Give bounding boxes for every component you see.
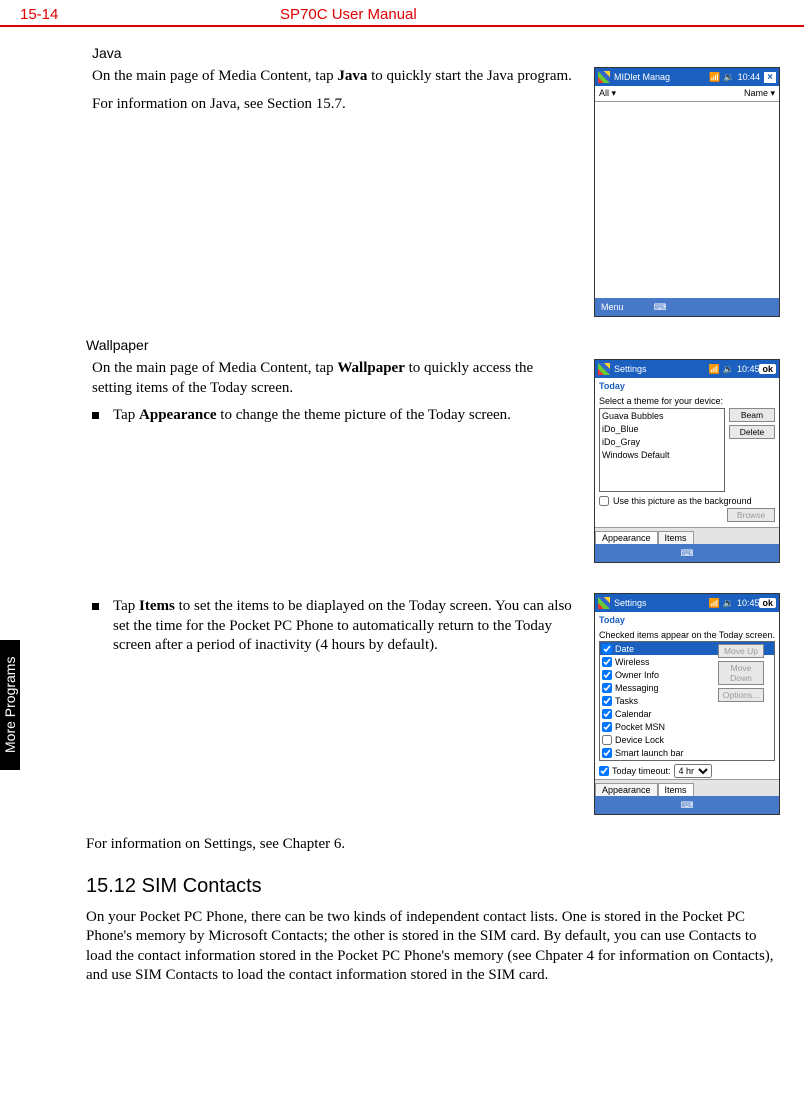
java-screenshot: MIDlet Manag 📶 🔉 10:44 × All ▾ Name ▾ Me… bbox=[594, 67, 780, 317]
list-item[interactable]: iDo_Blue bbox=[602, 423, 722, 436]
close-icon[interactable]: × bbox=[764, 72, 776, 83]
titlebar: Settings 📶 🔉 10:45 ok bbox=[595, 594, 779, 612]
ok-button[interactable]: ok bbox=[759, 364, 776, 374]
signal-icon: 📶 bbox=[709, 598, 720, 609]
list-item[interactable]: Device Lock bbox=[600, 733, 774, 746]
tab-appearance[interactable]: Appearance bbox=[595, 783, 658, 796]
keyboard-icon[interactable] bbox=[681, 800, 694, 811]
softkey-bar bbox=[595, 796, 779, 814]
windows-flag-icon bbox=[598, 71, 610, 83]
wallpaper-screenshot: Settings 📶 🔉 10:45 ok Today Select a the… bbox=[594, 359, 780, 563]
browse-button: Browse bbox=[727, 508, 775, 522]
item-checkbox[interactable] bbox=[602, 735, 612, 745]
item-checkbox[interactable] bbox=[602, 748, 612, 758]
app-title: Settings bbox=[614, 598, 647, 608]
titlebar: MIDlet Manag 📶 🔉 10:44 × bbox=[595, 68, 779, 86]
keyboard-icon[interactable] bbox=[654, 302, 667, 313]
options-button: Options... bbox=[718, 688, 764, 702]
today-timeout-label: Today timeout: bbox=[612, 766, 671, 776]
windows-flag-icon bbox=[598, 363, 610, 375]
today-items-checklist[interactable]: Move Up Move Down Options... Date Wirele… bbox=[599, 641, 775, 761]
tab-items[interactable]: Items bbox=[658, 531, 694, 544]
item-checkbox[interactable] bbox=[602, 670, 612, 680]
titlebar: Settings 📶 🔉 10:45 ok bbox=[595, 360, 779, 378]
filter-bar: All ▾ Name ▾ bbox=[595, 86, 779, 102]
clock: 10:44 bbox=[738, 72, 761, 82]
speaker-icon: 🔉 bbox=[723, 72, 734, 83]
signal-icon: 📶 bbox=[709, 72, 720, 83]
use-picture-label: Use this picture as the background bbox=[613, 496, 752, 506]
speaker-icon: 🔉 bbox=[723, 598, 734, 609]
today-timeout-checkbox[interactable] bbox=[599, 766, 609, 776]
speaker-icon: 🔉 bbox=[723, 364, 734, 375]
delete-button[interactable]: Delete bbox=[729, 425, 775, 439]
items-caption: Checked items appear on the Today screen… bbox=[595, 628, 779, 640]
windows-flag-icon bbox=[598, 597, 610, 609]
page-header: 15-14 SP70C User Manual bbox=[0, 0, 804, 27]
use-picture-checkbox[interactable] bbox=[599, 496, 609, 506]
java-paragraph-2: For information on Java, see Section 15.… bbox=[92, 95, 572, 115]
tab-bar: Appearance Items bbox=[595, 527, 779, 544]
doc-title: SP70C User Manual bbox=[200, 6, 784, 23]
ok-button[interactable]: ok bbox=[759, 598, 776, 608]
page-number: 15-14 bbox=[20, 6, 200, 23]
today-timeout-select[interactable]: 4 hr bbox=[674, 764, 712, 778]
clock: 10:45 bbox=[737, 598, 760, 608]
app-title: MIDlet Manag bbox=[614, 72, 670, 82]
today-title: Today bbox=[595, 612, 779, 628]
item-checkbox[interactable] bbox=[602, 657, 612, 667]
theme-listbox[interactable]: Guava Bubbles iDo_Blue iDo_Gray Windows … bbox=[599, 408, 725, 492]
wallpaper-bullet-appearance: Tap Appearance to change the theme pictu… bbox=[92, 406, 572, 426]
list-item[interactable]: Windows Default bbox=[602, 449, 722, 462]
move-down-button: Move Down bbox=[718, 661, 764, 685]
move-up-button: Move Up bbox=[718, 644, 764, 658]
wallpaper-paragraph-1: On the main page of Media Content, tap W… bbox=[92, 359, 572, 398]
today-title: Today bbox=[595, 378, 779, 394]
softkey-bar bbox=[595, 544, 779, 562]
java-paragraph-1: On the main page of Media Content, tap J… bbox=[92, 67, 572, 87]
tab-items[interactable]: Items bbox=[658, 783, 694, 796]
filter-all[interactable]: All ▾ bbox=[599, 88, 616, 99]
sim-contacts-heading: 15.12 SIM Contacts bbox=[86, 875, 804, 898]
menu-softkey[interactable]: Menu bbox=[601, 302, 624, 312]
theme-caption: Select a theme for your device: bbox=[595, 394, 779, 406]
bullet-icon bbox=[92, 603, 99, 610]
list-item[interactable]: Smart launch bar bbox=[600, 746, 774, 759]
item-checkbox[interactable] bbox=[602, 683, 612, 693]
wallpaper-heading: Wallpaper bbox=[86, 337, 804, 353]
keyboard-icon[interactable] bbox=[681, 548, 694, 559]
app-title: Settings bbox=[614, 364, 647, 374]
item-checkbox[interactable] bbox=[602, 709, 612, 719]
tab-bar: Appearance Items bbox=[595, 779, 779, 796]
signal-icon: 📶 bbox=[709, 364, 720, 375]
list-item[interactable]: Calendar bbox=[600, 707, 774, 720]
item-checkbox[interactable] bbox=[602, 722, 612, 732]
list-item[interactable]: Pocket MSN bbox=[600, 720, 774, 733]
softkey-bar: Menu bbox=[595, 298, 779, 316]
list-item[interactable]: Guava Bubbles bbox=[602, 410, 722, 423]
tab-appearance[interactable]: Appearance bbox=[595, 531, 658, 544]
clock: 10:45 bbox=[737, 364, 760, 374]
settings-reference: For information on Settings, see Chapter… bbox=[86, 835, 776, 855]
java-heading: Java bbox=[92, 45, 804, 61]
sort-name[interactable]: Name ▾ bbox=[744, 88, 775, 99]
sim-contacts-paragraph: On your Pocket PC Phone, there can be tw… bbox=[86, 908, 776, 986]
beam-button[interactable]: Beam bbox=[729, 408, 775, 422]
item-checkbox[interactable] bbox=[602, 696, 612, 706]
item-checkbox[interactable] bbox=[602, 644, 612, 654]
items-bullet: Tap Items to set the items to be diaplay… bbox=[92, 597, 572, 656]
bullet-icon bbox=[92, 412, 99, 419]
items-screenshot: Settings 📶 🔉 10:45 ok Today Checked item… bbox=[594, 593, 780, 815]
list-item[interactable]: iDo_Gray bbox=[602, 436, 722, 449]
